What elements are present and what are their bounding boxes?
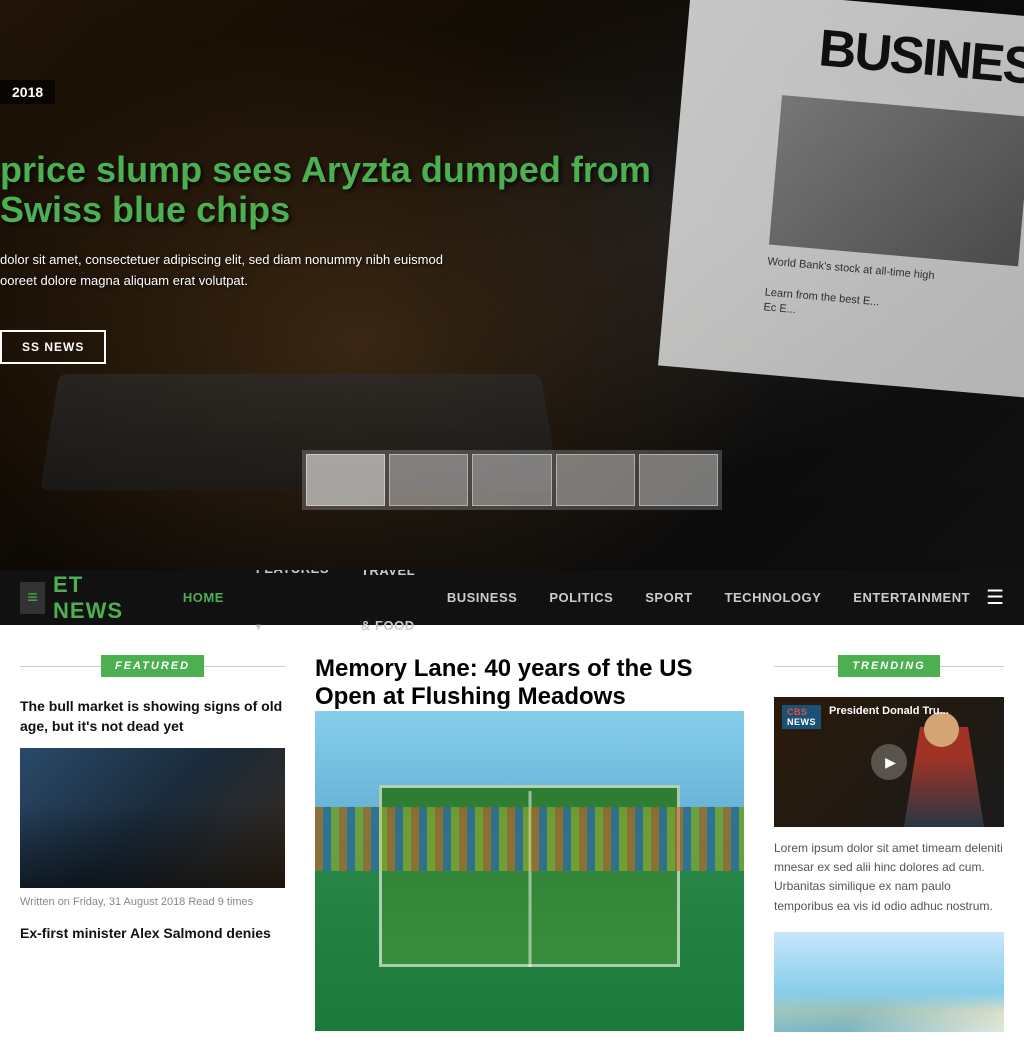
- thumb-1[interactable]: [306, 454, 385, 506]
- trending-image-2-bg: [774, 932, 1004, 1032]
- featured-image-bg: [20, 748, 285, 888]
- featured-line-left: [20, 666, 101, 667]
- trending-badge: TRENDING: [838, 655, 939, 677]
- newspaper-subtext: World Bank's stock at all-time high Lear…: [763, 255, 1017, 338]
- newspaper-title-text: BUSINES: [817, 18, 1024, 97]
- hero-description: dolor sit amet, consectetuer adipiscing …: [0, 250, 443, 292]
- trending-description: Lorem ipsum dolor sit amet timeam deleni…: [774, 839, 1004, 916]
- featured-article-1-title: The bull market is showing signs of old …: [20, 697, 285, 736]
- featured-article-2-link[interactable]: Ex-first minister Alex Salmond denies: [20, 925, 271, 941]
- thumb-3[interactable]: [472, 454, 551, 506]
- featured-article-2: Ex-first minister Alex Salmond denies: [20, 924, 285, 944]
- thumb-4[interactable]: [556, 454, 635, 506]
- main-article-image: [315, 711, 744, 1031]
- hero-headline: price slump sees Aryzta dumped from Swis…: [0, 150, 730, 229]
- nav-item-home[interactable]: HOME: [167, 570, 240, 625]
- tennis-court-bg: [315, 711, 744, 1031]
- nav-link-technology[interactable]: TECHNOLOGY: [709, 570, 838, 625]
- video-title: President Donald Tru...: [829, 705, 996, 717]
- play-button[interactable]: [871, 744, 907, 780]
- nav-item-sport[interactable]: SPORT: [629, 570, 708, 625]
- featured-article-1: The bull market is showing signs of old …: [20, 697, 285, 908]
- trending-line-right: [940, 666, 1004, 667]
- thumb-5[interactable]: [639, 454, 718, 506]
- nav-item-technology[interactable]: TECHNOLOGY: [709, 570, 838, 625]
- nav-link-politics[interactable]: POLITICS: [533, 570, 629, 625]
- hero-cta-button[interactable]: SS NEWS: [0, 330, 106, 364]
- trending-section-header: TRENDING: [774, 655, 1004, 677]
- main-content-area: FEATURED The bull market is showing sign…: [0, 625, 1024, 1062]
- nav-item-politics[interactable]: POLITICS: [533, 570, 629, 625]
- nav-link-entertainment[interactable]: ENTERTAINMENT: [837, 570, 986, 625]
- featured-article-1-link[interactable]: The bull market is showing signs of old …: [20, 698, 282, 734]
- logo-text: ET NEWS: [53, 572, 137, 624]
- nav-link-business[interactable]: BUSINESS: [431, 570, 533, 625]
- featured-article-1-image: [20, 748, 285, 888]
- navigation-bar: ET NEWS HOME FEATURES TRAVEL & FOOD BUSI…: [0, 570, 1024, 625]
- featured-line-right: [204, 666, 285, 667]
- featured-article-2-title: Ex-first minister Alex Salmond denies: [20, 924, 285, 944]
- featured-article-1-meta: Written on Friday, 31 August 2018 Read 9…: [20, 896, 285, 908]
- nav-item-business[interactable]: BUSINESS: [431, 570, 533, 625]
- person-head-silhouette: [924, 712, 959, 747]
- trending-column: TRENDING CBS NEWS President Donald Tru..…: [774, 655, 1004, 1032]
- featured-badge: FEATURED: [101, 655, 204, 677]
- content-grid: FEATURED The bull market is showing sign…: [20, 655, 1004, 1032]
- trending-video-player[interactable]: CBS NEWS President Donald Tru...: [774, 697, 1004, 827]
- site-logo[interactable]: ET NEWS: [20, 572, 137, 624]
- logo-icon: [20, 582, 45, 614]
- nav-link-home[interactable]: HOME: [167, 570, 240, 625]
- hamburger-menu-icon[interactable]: ☰: [986, 585, 1004, 610]
- newspaper-image: [769, 95, 1024, 266]
- main-article-column: Memory Lane: 40 years of the US Open at …: [315, 655, 744, 1032]
- hero-section: BUSINES World Bank's stock at all-time h…: [0, 0, 1024, 570]
- hero-date: 2018: [0, 80, 55, 104]
- hero-slider-thumbnails: [302, 450, 722, 510]
- network-badge: CBS NEWS: [782, 705, 821, 729]
- crowd-simulation: [315, 807, 744, 871]
- featured-column: FEATURED The bull market is showing sign…: [20, 655, 285, 1032]
- nav-item-entertainment[interactable]: ENTERTAINMENT: [837, 570, 986, 625]
- trending-image-2: [774, 932, 1004, 1032]
- thumb-2[interactable]: [389, 454, 468, 506]
- main-article-title: Memory Lane: 40 years of the US Open at …: [315, 655, 744, 711]
- featured-section-header: FEATURED: [20, 655, 285, 677]
- trending-line-left: [774, 666, 838, 667]
- nav-link-sport[interactable]: SPORT: [629, 570, 708, 625]
